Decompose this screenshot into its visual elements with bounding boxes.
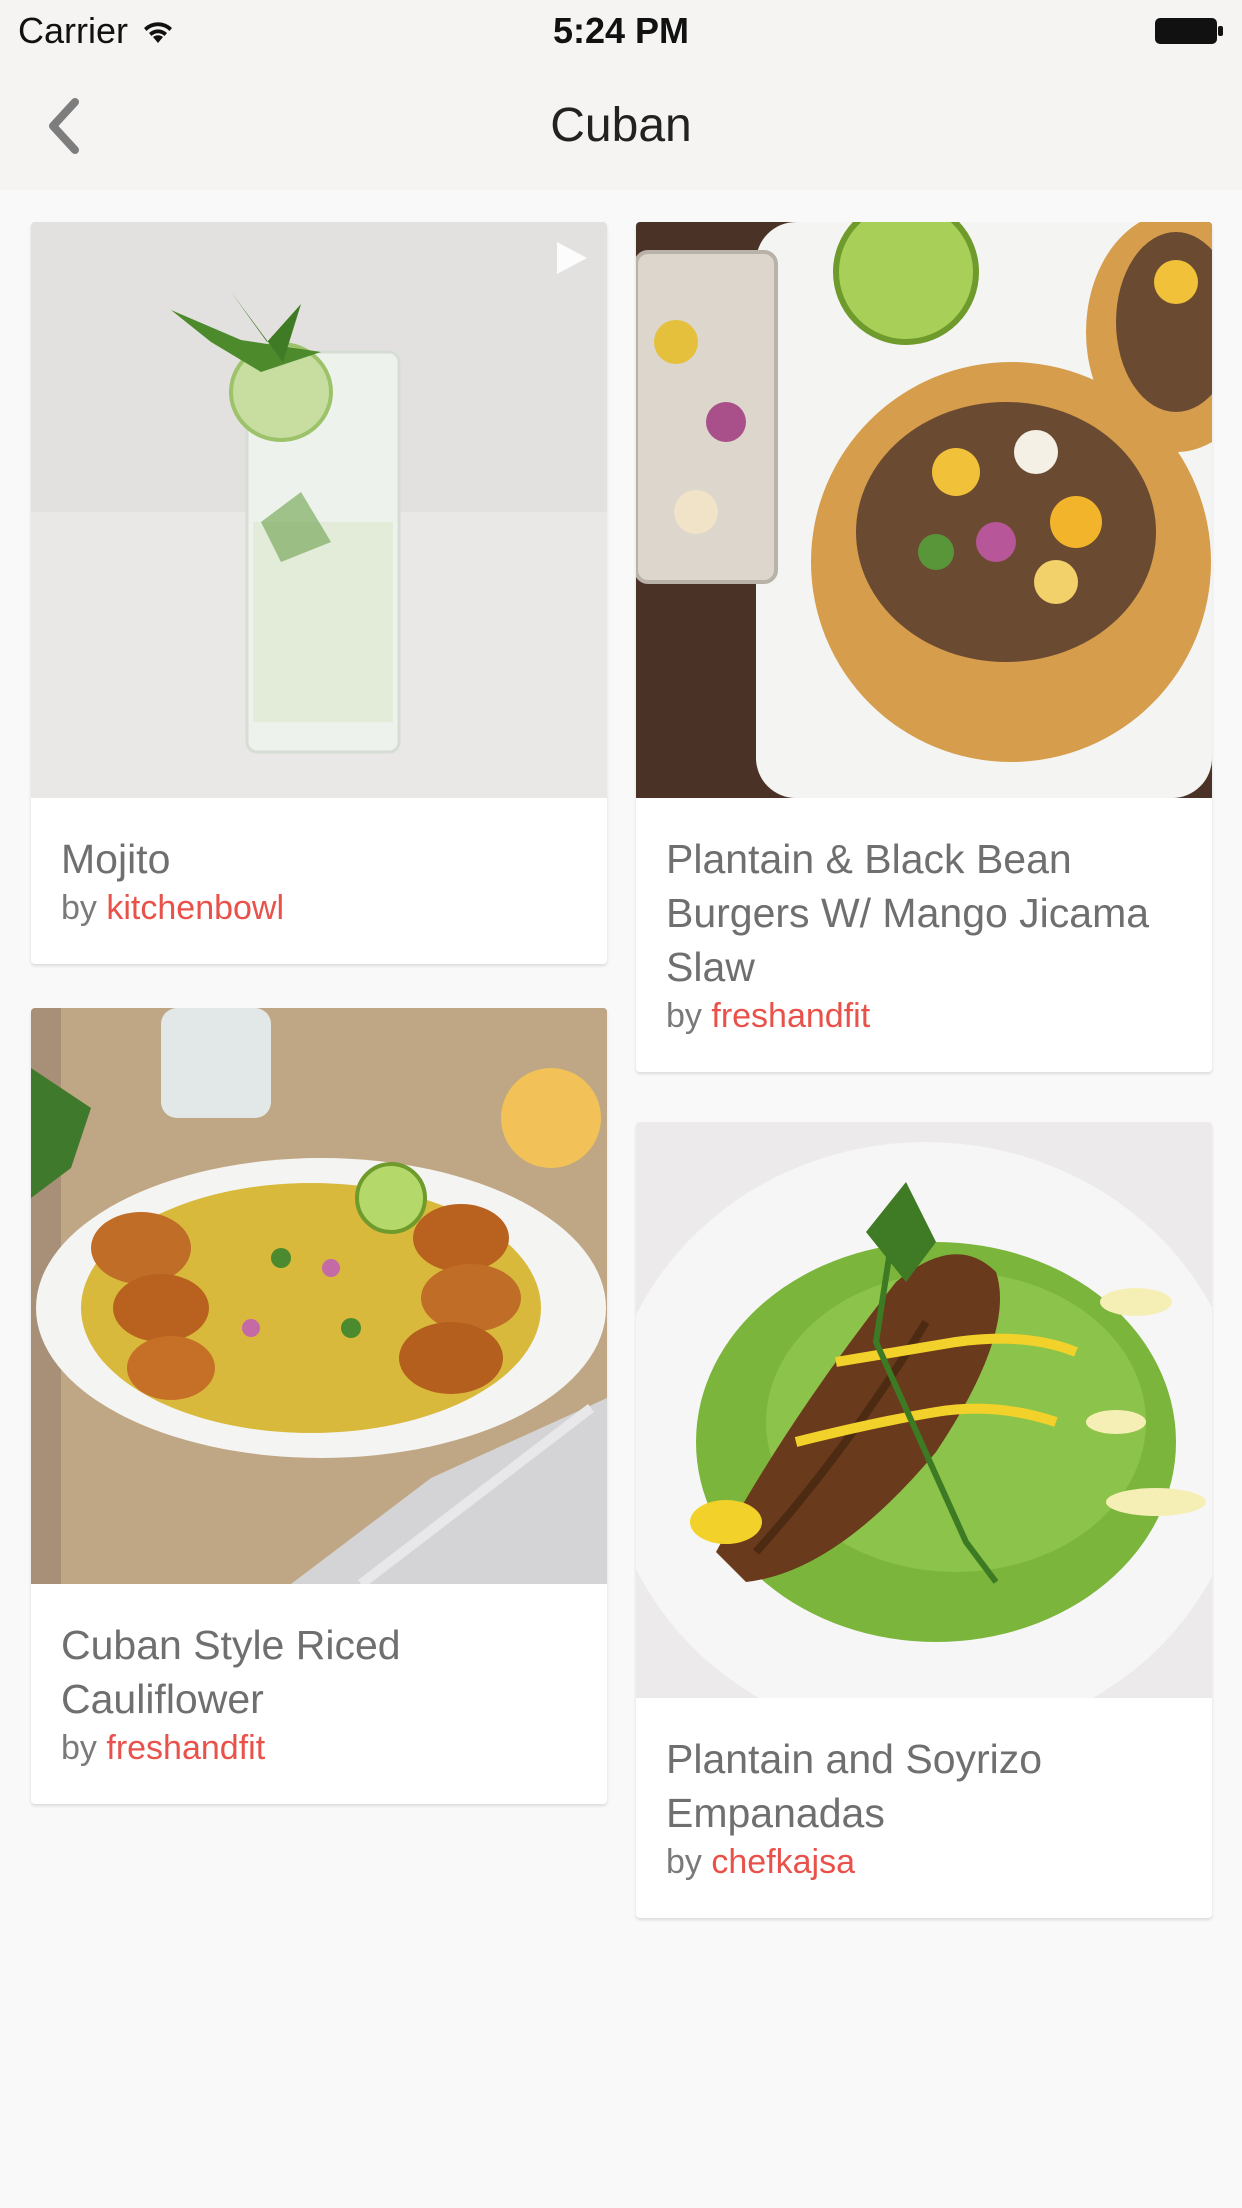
recipe-photo[interactable]: [636, 222, 1212, 798]
recipe-title: Mojito: [61, 836, 171, 882]
recipe-photo[interactable]: [636, 1122, 1212, 1698]
navigation-bar: Cuban: [0, 62, 1242, 190]
recipe-meta: Mojito by kitchenbowl: [61, 832, 587, 930]
recipe-meta: Plantain and Soyrizo Empanadas by chefka…: [666, 1732, 1192, 1884]
recipe-photo[interactable]: [31, 222, 607, 798]
byline-prefix: by: [61, 889, 97, 927]
recipe-title: Plantain & Black Bean Burgers W/ Mango J…: [666, 836, 1150, 990]
author-link[interactable]: freshandfit: [106, 1729, 265, 1767]
recipe-title: Plantain and Soyrizo Empanadas: [666, 1736, 1043, 1836]
status-time: 5:24 PM: [552, 10, 690, 51]
page-title: Cuban: [550, 99, 692, 152]
recipe-title: Cuban Style Riced Cauliflower: [61, 1622, 401, 1722]
recipe-byline: by freshandfit: [61, 1726, 587, 1770]
status-bar: Carrier 5:24 PM: [0, 0, 1242, 62]
recipe-meta: Cuban Style Riced Cauliflower by freshan…: [61, 1618, 587, 1770]
byline-prefix: by: [666, 1843, 702, 1881]
recipe-byline: by chefkajsa: [666, 1840, 1192, 1884]
recipe-meta: Plantain & Black Bean Burgers W/ Mango J…: [666, 832, 1192, 1038]
author-link[interactable]: kitchenbowl: [106, 889, 284, 927]
author-link[interactable]: freshandfit: [711, 997, 870, 1035]
recipe-card-soyrizo-empanadas[interactable]: Plantain and Soyrizo Empanadas by chefka…: [636, 1122, 1212, 1918]
recipe-card-riced-cauliflower[interactable]: Cuban Style Riced Cauliflower by freshan…: [31, 1008, 607, 1804]
byline-prefix: by: [61, 1729, 97, 1767]
recipe-card-plantain-burgers[interactable]: Plantain & Black Bean Burgers W/ Mango J…: [636, 222, 1212, 1072]
recipe-byline: by freshandfit: [666, 994, 1192, 1038]
byline-prefix: by: [666, 997, 702, 1035]
recipe-photo[interactable]: [31, 1008, 607, 1584]
play-icon[interactable]: [551, 238, 591, 278]
recipe-byline: by kitchenbowl: [61, 886, 587, 930]
battery-icon: [1155, 18, 1223, 44]
recipe-card-mojito[interactable]: Mojito by kitchenbowl: [31, 222, 607, 964]
author-link[interactable]: chefkajsa: [711, 1843, 855, 1881]
